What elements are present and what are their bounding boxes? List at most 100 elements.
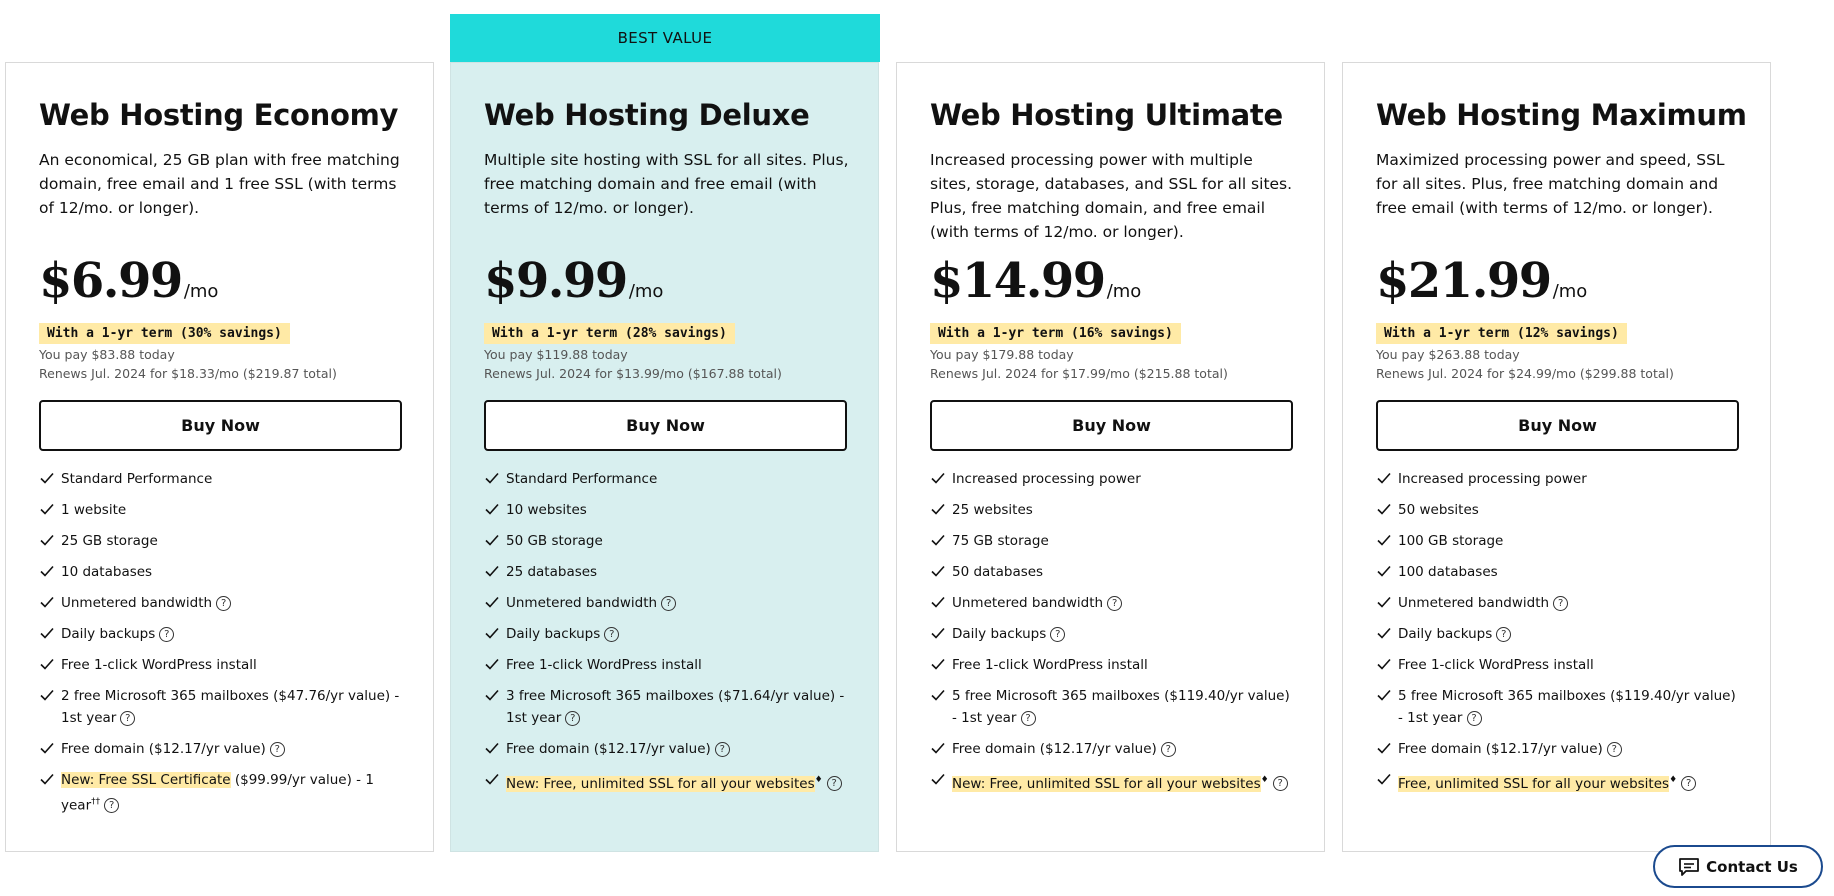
feature-item: 10 websites bbox=[484, 499, 849, 521]
savings-badge: With a 1-yr term (16% savings) bbox=[930, 323, 1181, 344]
feature-list: Standard Performance 10 websites 50 GB sto… bbox=[484, 468, 849, 804]
bandwidth-help-icon[interactable]: ? bbox=[661, 595, 677, 611]
pay-today: You pay $119.88 today bbox=[484, 347, 628, 362]
check-icon bbox=[40, 627, 54, 639]
bandwidth-help-icon[interactable]: ? bbox=[216, 595, 232, 611]
feature-item: 5 free Microsoft 365 mailboxes ($119.40/… bbox=[1376, 685, 1741, 729]
savings-badge: With a 1-yr term (30% savings) bbox=[39, 323, 290, 344]
backups-help-icon[interactable]: ? bbox=[604, 626, 620, 642]
check-icon bbox=[485, 742, 499, 754]
feature-item: Free 1-click WordPress install bbox=[484, 654, 849, 676]
domain-help-icon[interactable]: ? bbox=[1160, 741, 1176, 757]
plan-title: Web Hosting Deluxe bbox=[484, 98, 810, 132]
buy-now-button[interactable]: Buy Now bbox=[39, 400, 402, 451]
feature-item: 25 websites bbox=[930, 499, 1295, 521]
plan-card-deluxe: Web Hosting Deluxe Multiple site hosting … bbox=[450, 62, 879, 852]
check-icon bbox=[40, 565, 54, 577]
feature-item: Increased processing power bbox=[1376, 468, 1741, 490]
feature-websites: 1 website bbox=[61, 502, 127, 518]
contact-us-button[interactable]: Contact Us bbox=[1653, 845, 1823, 888]
plan-price: $9.99 bbox=[484, 253, 628, 309]
price-row: $21.99/mo bbox=[1376, 253, 1587, 309]
mailboxes-help-icon[interactable]: ? bbox=[1466, 710, 1482, 726]
feature-ssl-highlight: New: Free, unlimited SSL for all your we… bbox=[506, 775, 815, 792]
mailboxes-help-icon[interactable]: ? bbox=[120, 710, 136, 726]
feature-item: 50 GB storage bbox=[484, 530, 849, 552]
feature-item: 2 free Microsoft 365 mailboxes ($47.76/y… bbox=[39, 685, 404, 729]
feature-list: Increased processing power 25 websites 75 … bbox=[930, 468, 1295, 804]
renewal-terms: Renews Jul. 2024 for $18.33/mo ($219.87 … bbox=[39, 366, 337, 381]
pay-today: You pay $263.88 today bbox=[1376, 347, 1520, 362]
feature-item: New: Free, unlimited SSL for all your we… bbox=[930, 769, 1295, 795]
feature-websites: 50 websites bbox=[1398, 502, 1479, 518]
feature-wordpress: Free 1-click WordPress install bbox=[506, 657, 702, 673]
buy-now-button[interactable]: Buy Now bbox=[930, 400, 1293, 451]
ssl-help-icon[interactable]: ? bbox=[104, 798, 120, 813]
backups-help-icon[interactable]: ? bbox=[1496, 626, 1512, 642]
renewal-terms: Renews Jul. 2024 for $17.99/mo ($215.88 … bbox=[930, 366, 1228, 381]
bandwidth-help-icon[interactable]: ? bbox=[1107, 595, 1123, 611]
check-icon bbox=[931, 472, 945, 484]
feature-item: Unmetered bandwidth? bbox=[484, 592, 849, 614]
feature-mailboxes: 3 free Microsoft 365 mailboxes ($71.64/y… bbox=[506, 688, 845, 726]
ssl-help-icon[interactable]: ? bbox=[1681, 776, 1697, 791]
check-icon bbox=[1377, 689, 1391, 701]
feature-databases: 100 databases bbox=[1398, 564, 1498, 580]
footnote-mark: ♦ bbox=[814, 775, 823, 785]
check-icon bbox=[485, 534, 499, 546]
feature-item: 50 websites bbox=[1376, 499, 1741, 521]
feature-mailboxes: 2 free Microsoft 365 mailboxes ($47.76/y… bbox=[61, 688, 400, 726]
plan-card-ultimate: Web Hosting Ultimate Increased processing… bbox=[896, 62, 1325, 852]
bandwidth-help-icon[interactable]: ? bbox=[1553, 595, 1569, 611]
domain-help-icon[interactable]: ? bbox=[1606, 741, 1622, 757]
check-icon bbox=[485, 565, 499, 577]
feature-item: New: Free SSL Certificate ($99.99/yr val… bbox=[39, 769, 404, 817]
feature-domain: Free domain ($12.17/yr value) bbox=[1398, 741, 1603, 757]
feature-item: Free domain ($12.17/yr value)? bbox=[484, 738, 849, 760]
feature-backups: Daily backups bbox=[506, 626, 601, 642]
domain-help-icon[interactable]: ? bbox=[714, 741, 730, 757]
check-icon bbox=[40, 472, 54, 484]
feature-item: Free 1-click WordPress install bbox=[930, 654, 1295, 676]
price-period: /mo bbox=[1552, 281, 1588, 302]
plan-title: Web Hosting Maximum bbox=[1376, 98, 1747, 132]
feature-item: Daily backups? bbox=[484, 623, 849, 645]
feature-wordpress: Free 1-click WordPress install bbox=[61, 657, 257, 673]
domain-help-icon[interactable]: ? bbox=[269, 741, 285, 757]
ssl-help-icon[interactable]: ? bbox=[1272, 776, 1288, 791]
feature-ssl-highlight: New: Free, unlimited SSL for all your we… bbox=[952, 775, 1261, 792]
plan-price: $6.99 bbox=[39, 253, 183, 309]
backups-help-icon[interactable]: ? bbox=[159, 626, 175, 642]
feature-item: 100 GB storage bbox=[1376, 530, 1741, 552]
check-icon bbox=[931, 689, 945, 701]
feature-item: New: Free, unlimited SSL for all your we… bbox=[484, 769, 849, 795]
feature-storage: 100 GB storage bbox=[1398, 533, 1504, 549]
feature-mailboxes: 5 free Microsoft 365 mailboxes ($119.40/… bbox=[952, 688, 1290, 726]
savings-badge: With a 1-yr term (12% savings) bbox=[1376, 323, 1627, 344]
feature-item: Free domain ($12.17/yr value)? bbox=[1376, 738, 1741, 760]
savings-badge: With a 1-yr term (28% savings) bbox=[484, 323, 735, 344]
plan-title: Web Hosting Economy bbox=[39, 98, 399, 132]
feature-websites: 10 websites bbox=[506, 502, 587, 518]
feature-item: Unmetered bandwidth? bbox=[39, 592, 404, 614]
feature-item: 1 website bbox=[39, 499, 404, 521]
check-icon bbox=[931, 596, 945, 608]
feature-backups: Daily backups bbox=[952, 626, 1047, 642]
feature-storage: 75 GB storage bbox=[952, 533, 1049, 549]
feature-item: Free, unlimited SSL for all your website… bbox=[1376, 769, 1741, 795]
check-icon bbox=[1377, 627, 1391, 639]
feature-item: Daily backups? bbox=[39, 623, 404, 645]
footnote-mark: ♦ bbox=[1260, 775, 1269, 785]
ssl-help-icon[interactable]: ? bbox=[826, 776, 842, 791]
check-icon bbox=[931, 627, 945, 639]
feature-performance: Standard Performance bbox=[61, 471, 213, 487]
buy-now-button[interactable]: Buy Now bbox=[484, 400, 847, 451]
feature-item: Unmetered bandwidth? bbox=[1376, 592, 1741, 614]
footnote-mark: ♦ bbox=[1669, 775, 1678, 785]
check-icon bbox=[931, 773, 945, 785]
check-icon bbox=[931, 565, 945, 577]
mailboxes-help-icon[interactable]: ? bbox=[1020, 710, 1036, 726]
buy-now-button[interactable]: Buy Now bbox=[1376, 400, 1739, 451]
backups-help-icon[interactable]: ? bbox=[1050, 626, 1066, 642]
mailboxes-help-icon[interactable]: ? bbox=[565, 710, 581, 726]
